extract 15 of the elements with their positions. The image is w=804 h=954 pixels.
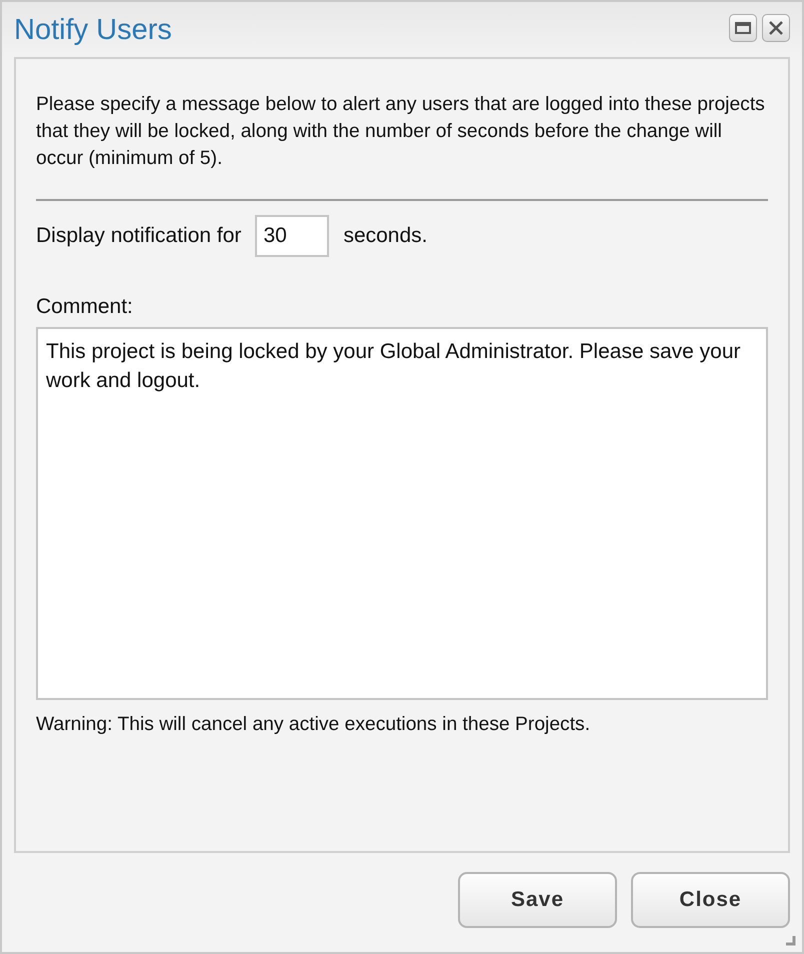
warning-text: Warning: This will cancel any active executions in these Projects. — [36, 714, 592, 736]
window-title: Notify Users — [14, 14, 172, 46]
seconds-input-field[interactable]: 30 — [255, 215, 330, 257]
resize-grip-icon[interactable] — [786, 936, 796, 946]
maximize-button[interactable] — [729, 14, 757, 42]
comment-input-field[interactable]: This project is being locked by your Global Administrator. Please save your work and logout. — [36, 327, 768, 700]
comment-label: Comment: — [36, 295, 134, 319]
close-dialog-button[interactable]: Close — [631, 872, 790, 928]
save-button[interactable]: Save — [458, 872, 617, 928]
close-button[interactable] — [762, 14, 790, 42]
seconds-unit-label: seconds. — [343, 224, 428, 248]
close-icon — [769, 21, 783, 35]
instruction-text: Please specify a message below to alert any users that are logged into these projects that they will be locked, along with the number of seconds before the change will occur (minimum of 5). — [36, 93, 766, 171]
duration-label: Display notification for — [36, 224, 242, 248]
maximize-icon — [735, 22, 751, 34]
